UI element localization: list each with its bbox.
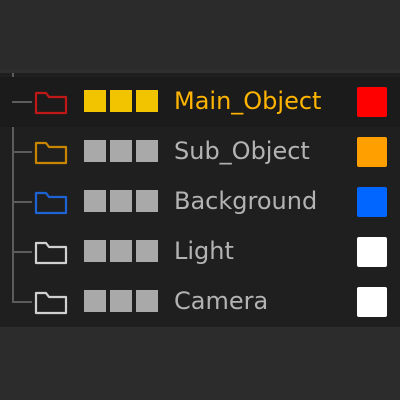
visibility-toggle[interactable] [84,140,106,162]
lock-toggle[interactable] [110,140,132,162]
layer-name[interactable]: Background [174,186,317,216]
layer-toggles [84,290,158,312]
layer-name[interactable]: Camera [174,286,268,316]
layer-row-main-object[interactable]: Main_Object [0,77,400,127]
lock-toggle[interactable] [110,90,132,112]
folder-icon [34,289,68,315]
layer-toggles [84,90,158,112]
visibility-toggle[interactable] [84,290,106,312]
render-toggle[interactable] [136,190,158,212]
folder-icon [34,189,68,215]
tree-connector [12,151,32,153]
layer-toggles [84,140,158,162]
render-toggle[interactable] [136,290,158,312]
folder-icon [34,89,68,115]
visibility-toggle[interactable] [84,190,106,212]
tree-connector [12,101,32,103]
render-toggle[interactable] [136,240,158,262]
tree-connector [12,251,32,253]
folder-icon-outline [34,241,68,265]
layer-row-light[interactable]: Light [0,227,400,277]
render-toggle[interactable] [136,140,158,162]
layer-toggles [84,240,158,262]
layer-name[interactable]: Light [174,236,234,266]
lock-toggle[interactable] [110,240,132,262]
empty-area [0,327,400,400]
layer-toggles [84,190,158,212]
layer-name[interactable]: Main_Object [174,86,321,116]
folder-icon-outline [34,141,68,165]
folder-icon [34,239,68,265]
layer-color-swatch[interactable] [357,87,387,117]
layer-row-background[interactable]: Background [0,177,400,227]
folder-icon-outline [34,91,68,115]
tree-connector [12,201,32,203]
layer-row-sub-object[interactable]: Sub_Object [0,127,400,177]
layer-color-swatch[interactable] [357,137,387,167]
folder-icon [34,139,68,165]
visibility-toggle[interactable] [84,240,106,262]
layer-color-swatch[interactable] [357,237,387,267]
render-toggle[interactable] [136,90,158,112]
visibility-toggle[interactable] [84,90,106,112]
top-toolbar-area [0,0,400,70]
layer-name[interactable]: Sub_Object [174,136,310,166]
lock-toggle[interactable] [110,290,132,312]
folder-icon-outline [34,191,68,215]
layer-color-swatch[interactable] [357,287,387,317]
tree-connector [12,301,32,303]
lock-toggle[interactable] [110,190,132,212]
layer-row-camera[interactable]: Camera [0,277,400,327]
folder-icon-outline [34,291,68,315]
layer-color-swatch[interactable] [357,187,387,217]
